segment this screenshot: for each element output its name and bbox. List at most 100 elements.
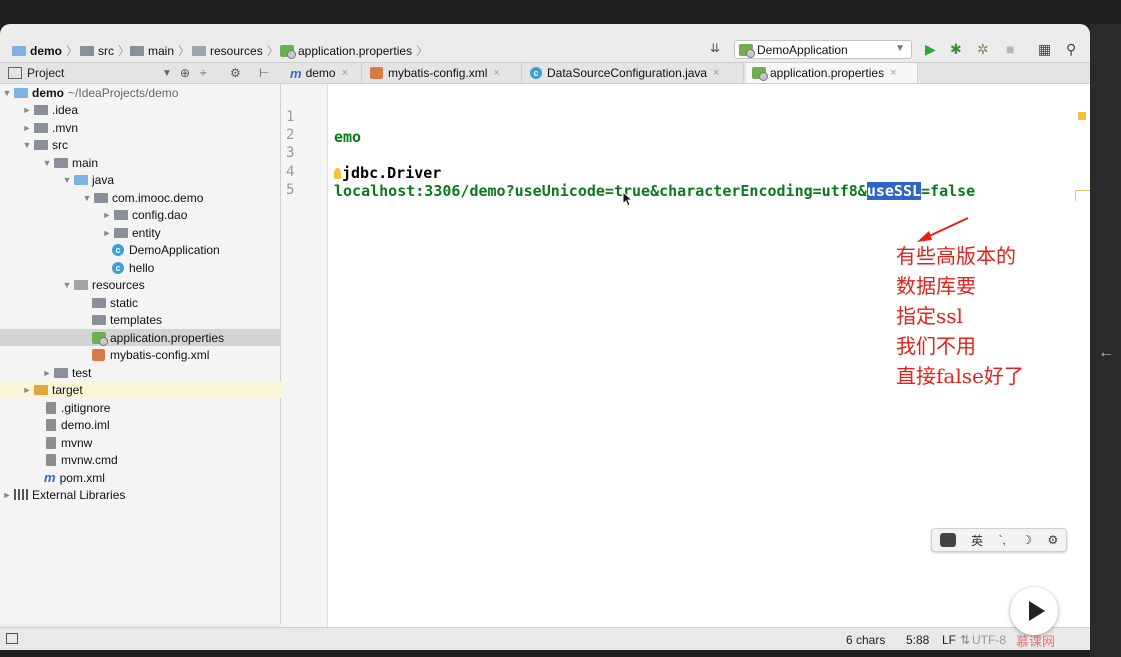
right-margin-marker	[1075, 190, 1090, 201]
breadcrumb-application-properties[interactable]: application.properties 〉	[280, 42, 432, 59]
breadcrumb-src[interactable]: src 〉	[80, 42, 134, 59]
tree-item-src[interactable]: ▼ src	[0, 136, 300, 153]
expand-arrow-icon[interactable]: ►	[20, 385, 34, 395]
project-panel-header: Project ▼ ⊕ ÷ ⚙ ⊢	[0, 63, 280, 83]
stop-icon[interactable]: ■	[1006, 41, 1014, 57]
project-panel-title[interactable]: Project	[27, 66, 64, 80]
close-icon[interactable]: ×	[342, 67, 348, 79]
project-view-icon	[8, 67, 22, 79]
chevron-down-icon[interactable]: ▼	[162, 68, 172, 79]
tool-windows-toggle-icon[interactable]	[6, 633, 18, 644]
code-line-5[interactable]: localhost:3306/demo?useUnicode=true&char…	[334, 182, 975, 200]
expand-arrow-icon[interactable]: ▼	[60, 175, 74, 185]
ime-language-toggle[interactable]: 英	[971, 532, 983, 549]
tree-item-mvn[interactable]: ► .mvn	[0, 119, 300, 136]
script-file-icon	[46, 436, 56, 449]
tree-item-pom-xml[interactable]: m pom.xml	[0, 469, 324, 486]
expand-arrow-icon[interactable]: ▼	[60, 280, 74, 290]
tree-item-main[interactable]: ▼ main	[0, 154, 320, 171]
sync-icon[interactable]: ⊕	[180, 66, 190, 80]
input-method-bar: 英 `, ☽ ⚙	[931, 528, 1067, 552]
close-icon[interactable]: ×	[890, 67, 896, 79]
breadcrumb-main[interactable]: main 〉	[130, 42, 194, 59]
expand-arrow-icon[interactable]: ►	[100, 228, 114, 238]
arrow-left-icon[interactable]: ←	[1098, 344, 1114, 362]
make-project-icon[interactable]: ⇊	[710, 41, 720, 55]
debug-icon[interactable]: ✱	[950, 41, 962, 58]
chevron-down-icon: ▼	[895, 43, 905, 54]
close-icon[interactable]: ×	[493, 67, 499, 79]
tree-item-external-libraries[interactable]: ► External Libraries	[0, 486, 280, 503]
editor-tabs-row: Project ▼ ⊕ ÷ ⚙ ⊢ m demo × mybatis-config…	[0, 63, 1090, 84]
status-bar: 6 chars 5:88 LF ⇅ UTF-8 慕课网	[0, 627, 1090, 650]
expand-arrow-icon[interactable]: ►	[0, 490, 14, 500]
tree-item-test[interactable]: ► test	[0, 364, 320, 381]
line-number-gutter: 1 2 3 4 5	[281, 84, 328, 650]
expand-arrow-icon[interactable]: ►	[100, 210, 114, 220]
tab-datasource-configuration[interactable]: c DataSourceConfiguration.java ×	[524, 63, 744, 83]
warning-marker-icon[interactable]	[1078, 112, 1086, 120]
ime-punctuation-toggle[interactable]: `,	[999, 533, 1006, 547]
tree-item-demo-iml[interactable]: demo.iml	[0, 416, 326, 433]
expand-arrow-icon[interactable]: ▼	[20, 140, 34, 150]
hide-panel-icon[interactable]: ⊢	[259, 66, 269, 80]
tree-item-mvnw[interactable]: mvnw	[0, 434, 326, 451]
video-play-button[interactable]	[1010, 587, 1058, 635]
properties-file-icon	[752, 67, 768, 81]
folder-icon	[34, 122, 48, 133]
expand-arrow-icon[interactable]: ►	[20, 123, 34, 133]
code-line-2[interactable]: emo	[334, 128, 361, 146]
tree-item-gitignore[interactable]: .gitignore	[0, 399, 326, 416]
project-tree: ▼ demo ~/IdeaProjects/demo ► .idea ► .mv…	[0, 84, 372, 624]
java-class-icon: c	[112, 261, 124, 274]
code-line-4[interactable]: jdbc.Driver	[334, 164, 441, 182]
close-icon[interactable]: ×	[713, 67, 719, 79]
folder-icon	[92, 297, 106, 308]
moon-icon[interactable]: ☽	[1021, 533, 1032, 547]
tree-item-target[interactable]: ► target	[0, 381, 300, 398]
run-configuration-select[interactable]: DemoApplication ▼	[734, 40, 912, 59]
iml-file-icon	[46, 418, 56, 431]
tab-application-properties[interactable]: application.properties ×	[746, 63, 918, 83]
lightbulb-icon[interactable]	[334, 168, 341, 179]
folder-icon	[54, 367, 68, 378]
tree-item-mvnw-cmd[interactable]: mvnw.cmd	[0, 451, 326, 468]
search-icon[interactable]: ⚲	[1066, 41, 1076, 58]
ime-logo-icon[interactable]	[939, 533, 956, 547]
caret-position[interactable]: 5:88	[906, 633, 929, 647]
tab-demo[interactable]: m demo ×	[284, 63, 362, 83]
annotation-note: 有些高版本的 数据库要 指定ssl 我们不用 直接false好了	[896, 244, 1024, 388]
resources-folder-icon	[74, 279, 88, 290]
expand-arrow-icon[interactable]: ►	[40, 368, 54, 378]
line-number: 2	[286, 127, 295, 143]
file-encoding[interactable]: UTF-8	[972, 633, 1006, 647]
breadcrumb-demo[interactable]: demo 〉	[12, 42, 82, 59]
gear-icon[interactable]: ⚙	[230, 66, 241, 80]
expand-arrow-icon[interactable]: ►	[20, 105, 34, 115]
tree-item-idea[interactable]: ► .idea	[0, 101, 300, 118]
gear-icon[interactable]: ⚙	[1048, 533, 1059, 547]
selection-char-count: 6 chars	[846, 633, 886, 647]
expand-arrow-icon[interactable]: ▼	[40, 158, 54, 168]
mouse-cursor-icon	[622, 190, 634, 207]
spring-boot-class-icon: c	[112, 243, 124, 256]
line-separator[interactable]: LF	[942, 633, 956, 647]
tree-item-demo[interactable]: ▼ demo ~/IdeaProjects/demo	[0, 84, 280, 101]
collapse-icon[interactable]: ÷	[200, 66, 207, 80]
code-editor[interactable]: emo jdbc.Driver localhost:3306/demo?useU…	[328, 84, 1090, 650]
module-folder-icon	[14, 87, 28, 98]
expand-arrow-icon[interactable]: ▼	[80, 193, 94, 203]
excluded-folder-icon	[34, 384, 48, 395]
line-separator-toggle-icon[interactable]: ⇅	[960, 633, 970, 647]
coverage-icon[interactable]: ✲	[977, 41, 989, 58]
folder-icon	[130, 45, 144, 56]
folder-icon	[34, 104, 48, 115]
xml-file-icon	[370, 67, 383, 79]
side-panel-strip: ←	[1090, 24, 1121, 657]
project-structure-icon[interactable]: ▦	[1038, 41, 1051, 58]
source-folder-icon	[74, 174, 88, 185]
expand-arrow-icon[interactable]: ▼	[0, 88, 14, 98]
breadcrumb-resources[interactable]: resources 〉	[192, 42, 283, 59]
run-icon[interactable]: ▶	[925, 41, 936, 58]
tab-mybatis-config[interactable]: mybatis-config.xml ×	[364, 63, 522, 83]
